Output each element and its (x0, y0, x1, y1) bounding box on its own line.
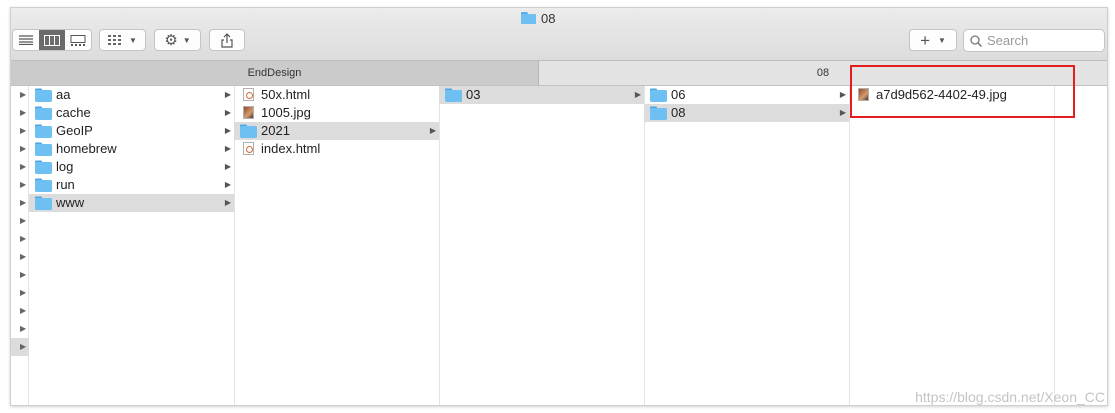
disclosure-triangle-icon[interactable]: ▶ (20, 270, 26, 279)
item-name: 03 (466, 87, 481, 102)
list-item[interactable]: 2021 ▶ (234, 122, 439, 140)
disclosure-triangle-icon[interactable]: ▶ (20, 90, 26, 99)
column-1[interactable]: aa ▶ cache ▶ GeoIP ▶ homebrew ▶ log ▶ run ▶ www ▶ (29, 86, 235, 405)
disclosure-triangle-icon[interactable]: ▶ (20, 234, 26, 243)
disclosure-triangle-icon[interactable]: ▶ (20, 108, 26, 117)
item-name: 2021 (261, 123, 290, 138)
gear-icon: ⚙ (164, 31, 178, 49)
highlight-box (850, 65, 1075, 118)
disclosure-triangle-icon[interactable]: ▶ (11, 338, 29, 356)
search-field[interactable]: Search (963, 29, 1105, 52)
disclosure-triangle-icon[interactable]: ▶ (20, 180, 26, 189)
list-item[interactable]: cache ▶ (29, 104, 234, 122)
folder-icon (35, 196, 52, 215)
new-item-button[interactable]: + ▼ (909, 29, 957, 51)
disclosure-triangle-icon[interactable]: ▶ (20, 198, 26, 207)
item-name: log (56, 159, 74, 174)
item-name: 06 (671, 87, 686, 102)
column-browser: ▶ ▶ ▶ ▶ ▶ ▶ ▶ ▶ ▶ ▶ ▶ ▶ ▶ ▶ ▶ aa ▶ cache ▶ GeoIP ▶ homebrew ▶… (11, 86, 1107, 405)
item-name: 50x.html (261, 87, 311, 102)
item-name: GeoIP (56, 123, 93, 138)
window-title: 08 (521, 10, 555, 26)
group-by-button[interactable]: ▼ (99, 29, 146, 51)
list-item[interactable]: log ▶ (29, 158, 234, 176)
share-icon (221, 32, 233, 48)
search-icon (970, 34, 982, 47)
item-name: run (56, 177, 75, 192)
item-name: index.html (261, 141, 321, 156)
column-5[interactable]: a7d9d562-4402-49.jpg (849, 86, 1055, 405)
html-file-icon (243, 142, 254, 160)
list-item[interactable]: www ▶ (29, 194, 234, 212)
folder-icon (650, 106, 667, 125)
chevron-right-icon: ▶ (224, 126, 231, 135)
column-4[interactable]: 06 ▶ 08 ▶ (644, 86, 850, 405)
list-item[interactable]: 03 ▶ (439, 86, 644, 104)
folder-icon (521, 12, 536, 24)
list-item[interactable]: 08 ▶ (644, 104, 849, 122)
folder-icon (445, 88, 462, 107)
title-bar: 08 ▼ ⚙ ▼ + ▼ Search (11, 8, 1107, 61)
chevron-right-icon: ▶ (224, 162, 231, 171)
list-item[interactable]: GeoIP ▶ (29, 122, 234, 140)
disclosure-triangle-icon[interactable]: ▶ (20, 216, 26, 225)
item-name: 08 (671, 105, 686, 120)
chevron-right-icon: ▶ (224, 90, 231, 99)
list-item[interactable]: run ▶ (29, 176, 234, 194)
search-placeholder: Search (987, 33, 1029, 48)
disclosure-triangle-icon[interactable]: ▶ (20, 252, 26, 261)
column-empty (1054, 86, 1107, 405)
disclosure-triangle-icon[interactable]: ▶ (20, 288, 26, 297)
gallery-view-icon[interactable] (65, 30, 91, 50)
window-title-text: 08 (541, 10, 556, 26)
watermark: https://blog.csdn.net/Xeon_CC (915, 389, 1105, 405)
item-name: cache (56, 105, 91, 120)
column-view-icon[interactable] (39, 30, 65, 50)
chevron-right-icon: ▶ (224, 144, 231, 153)
list-item[interactable]: 1005.jpg (234, 104, 439, 122)
group-grid-icon (108, 35, 122, 45)
disclosure-triangle-icon[interactable]: ▶ (20, 306, 26, 315)
item-name: 1005.jpg (261, 105, 311, 120)
list-item[interactable]: index.html (234, 140, 439, 158)
chevron-right-icon: ▶ (634, 90, 641, 99)
list-view-icon[interactable] (13, 30, 39, 50)
chevron-down-icon: ▼ (129, 35, 137, 45)
plus-icon: + (920, 30, 930, 50)
chevron-right-icon: ▶ (429, 126, 436, 135)
view-mode-segment[interactable] (12, 29, 92, 51)
path-bar-left[interactable]: EndDesign (11, 61, 539, 85)
list-item[interactable]: aa ▶ (29, 86, 234, 104)
list-item[interactable]: 50x.html (234, 86, 439, 104)
chevron-right-icon: ▶ (224, 180, 231, 189)
chevron-down-icon: ▼ (938, 35, 946, 45)
list-item[interactable]: 06 ▶ (644, 86, 849, 104)
disclosure-triangle-icon[interactable]: ▶ (20, 324, 26, 333)
item-name: www (56, 195, 85, 210)
chevron-right-icon: ▶ (839, 90, 846, 99)
list-item[interactable]: homebrew ▶ (29, 140, 234, 158)
chevron-down-icon: ▼ (182, 35, 191, 45)
item-name: homebrew (56, 141, 117, 156)
share-button[interactable] (209, 29, 245, 51)
disclosure-triangle-icon[interactable]: ▶ (20, 144, 26, 153)
chevron-right-icon: ▶ (839, 108, 846, 117)
action-button[interactable]: ⚙ ▼ (154, 29, 201, 51)
chevron-right-icon: ▶ (224, 198, 231, 207)
column-3[interactable]: 03 ▶ (439, 86, 645, 405)
item-name: aa (56, 87, 71, 102)
column-2[interactable]: 50x.html 1005.jpg 2021 ▶ index.html (234, 86, 440, 405)
disclosure-triangle-icon[interactable]: ▶ (20, 126, 26, 135)
sidebar-gutter: ▶ ▶ ▶ ▶ ▶ ▶ ▶ ▶ ▶ ▶ ▶ ▶ ▶ ▶ ▶ (11, 86, 29, 405)
chevron-right-icon: ▶ (224, 108, 231, 117)
disclosure-triangle-icon[interactable]: ▶ (20, 162, 26, 171)
